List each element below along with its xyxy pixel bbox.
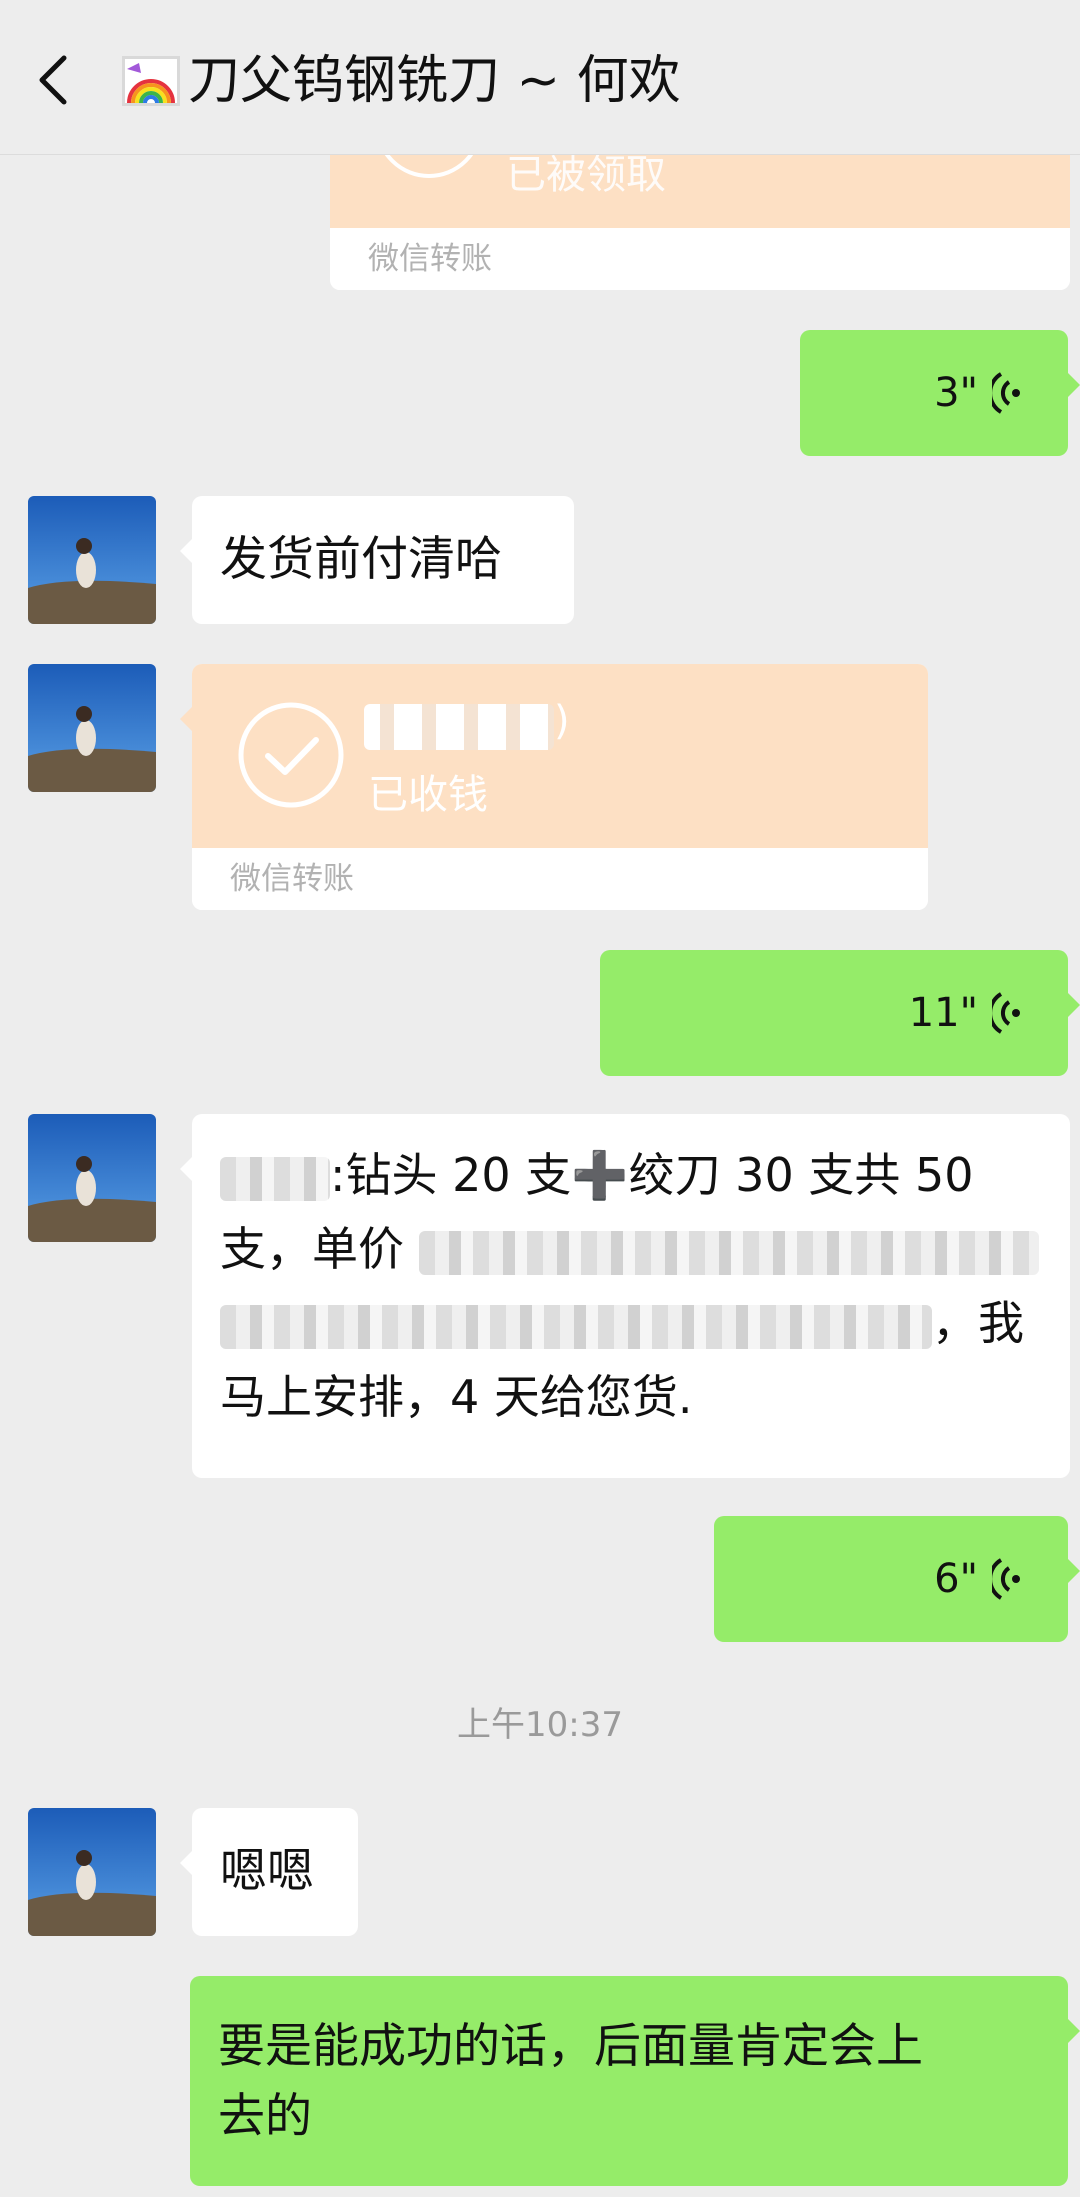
- chat-title: 刀父钨钢铣刀 ~ 何欢: [188, 51, 681, 111]
- message-line: 支，单价: [220, 1212, 1042, 1286]
- redacted-text: [220, 1156, 330, 1201]
- message-line: :钻头 20 支➕绞刀 30 支共 50: [220, 1138, 1042, 1212]
- redacted-text: [220, 1304, 932, 1349]
- chevron-left-icon[interactable]: [32, 50, 76, 110]
- message-line: 要是能成功的话，后面量肯定会上: [218, 2019, 923, 2074]
- voice-message-sent[interactable]: 3": [800, 330, 1080, 456]
- transfer-card-body: ) 已收钱: [192, 664, 928, 848]
- avatar[interactable]: [28, 1808, 156, 1936]
- voice-duration: 11": [908, 990, 978, 1036]
- redacted-text: [418, 1230, 1039, 1275]
- message-line: 去的: [218, 2089, 312, 2144]
- redacted-amount: [364, 704, 554, 750]
- chat-header: 刀父钨钢铣刀 ~ 何欢: [0, 0, 1080, 155]
- message-line: 马上安排，4 天给您货.: [220, 1370, 693, 1424]
- avatar[interactable]: [28, 496, 156, 624]
- message-text: 嗯嗯: [220, 1844, 314, 1899]
- voice-message-sent[interactable]: 11": [600, 950, 1080, 1076]
- text-message-received[interactable]: 发货前付清哈: [180, 496, 574, 624]
- avatar[interactable]: [28, 1114, 156, 1242]
- voice-wave-icon: [992, 992, 1020, 1034]
- text-message-received[interactable]: :钻头 20 支➕绞刀 30 支共 50 支，单价 ，我 马上安排，4 天给您货…: [180, 1114, 1070, 1478]
- timestamp: 上午10:37: [457, 1705, 623, 1745]
- rainbow-emoji-icon: [122, 56, 180, 106]
- voice-wave-icon: [992, 372, 1020, 414]
- amount-suffix: ): [554, 698, 570, 744]
- voice-message-sent[interactable]: 6": [714, 1516, 1080, 1642]
- transfer-card-received[interactable]: ) 已收钱 微信转账: [180, 664, 928, 910]
- avatar[interactable]: [28, 664, 156, 792]
- transfer-footer: 微信转账: [192, 848, 928, 910]
- plus-emoji-icon: ➕: [571, 1148, 629, 1202]
- transfer-status: 已收钱: [368, 772, 488, 818]
- message-text: 发货前付清哈: [220, 532, 502, 587]
- text-message-received[interactable]: 嗯嗯: [180, 1808, 358, 1936]
- voice-duration: 3": [934, 370, 978, 416]
- message-line: ，我: [220, 1286, 1042, 1360]
- check-circle-icon: [238, 702, 344, 808]
- voice-duration: 6": [934, 1556, 978, 1602]
- voice-wave-icon: [992, 1558, 1020, 1600]
- text-message-sent[interactable]: 要是能成功的话，后面量肯定会上 去的: [190, 1976, 1080, 2186]
- transfer-footer: 微信转账: [330, 228, 1070, 290]
